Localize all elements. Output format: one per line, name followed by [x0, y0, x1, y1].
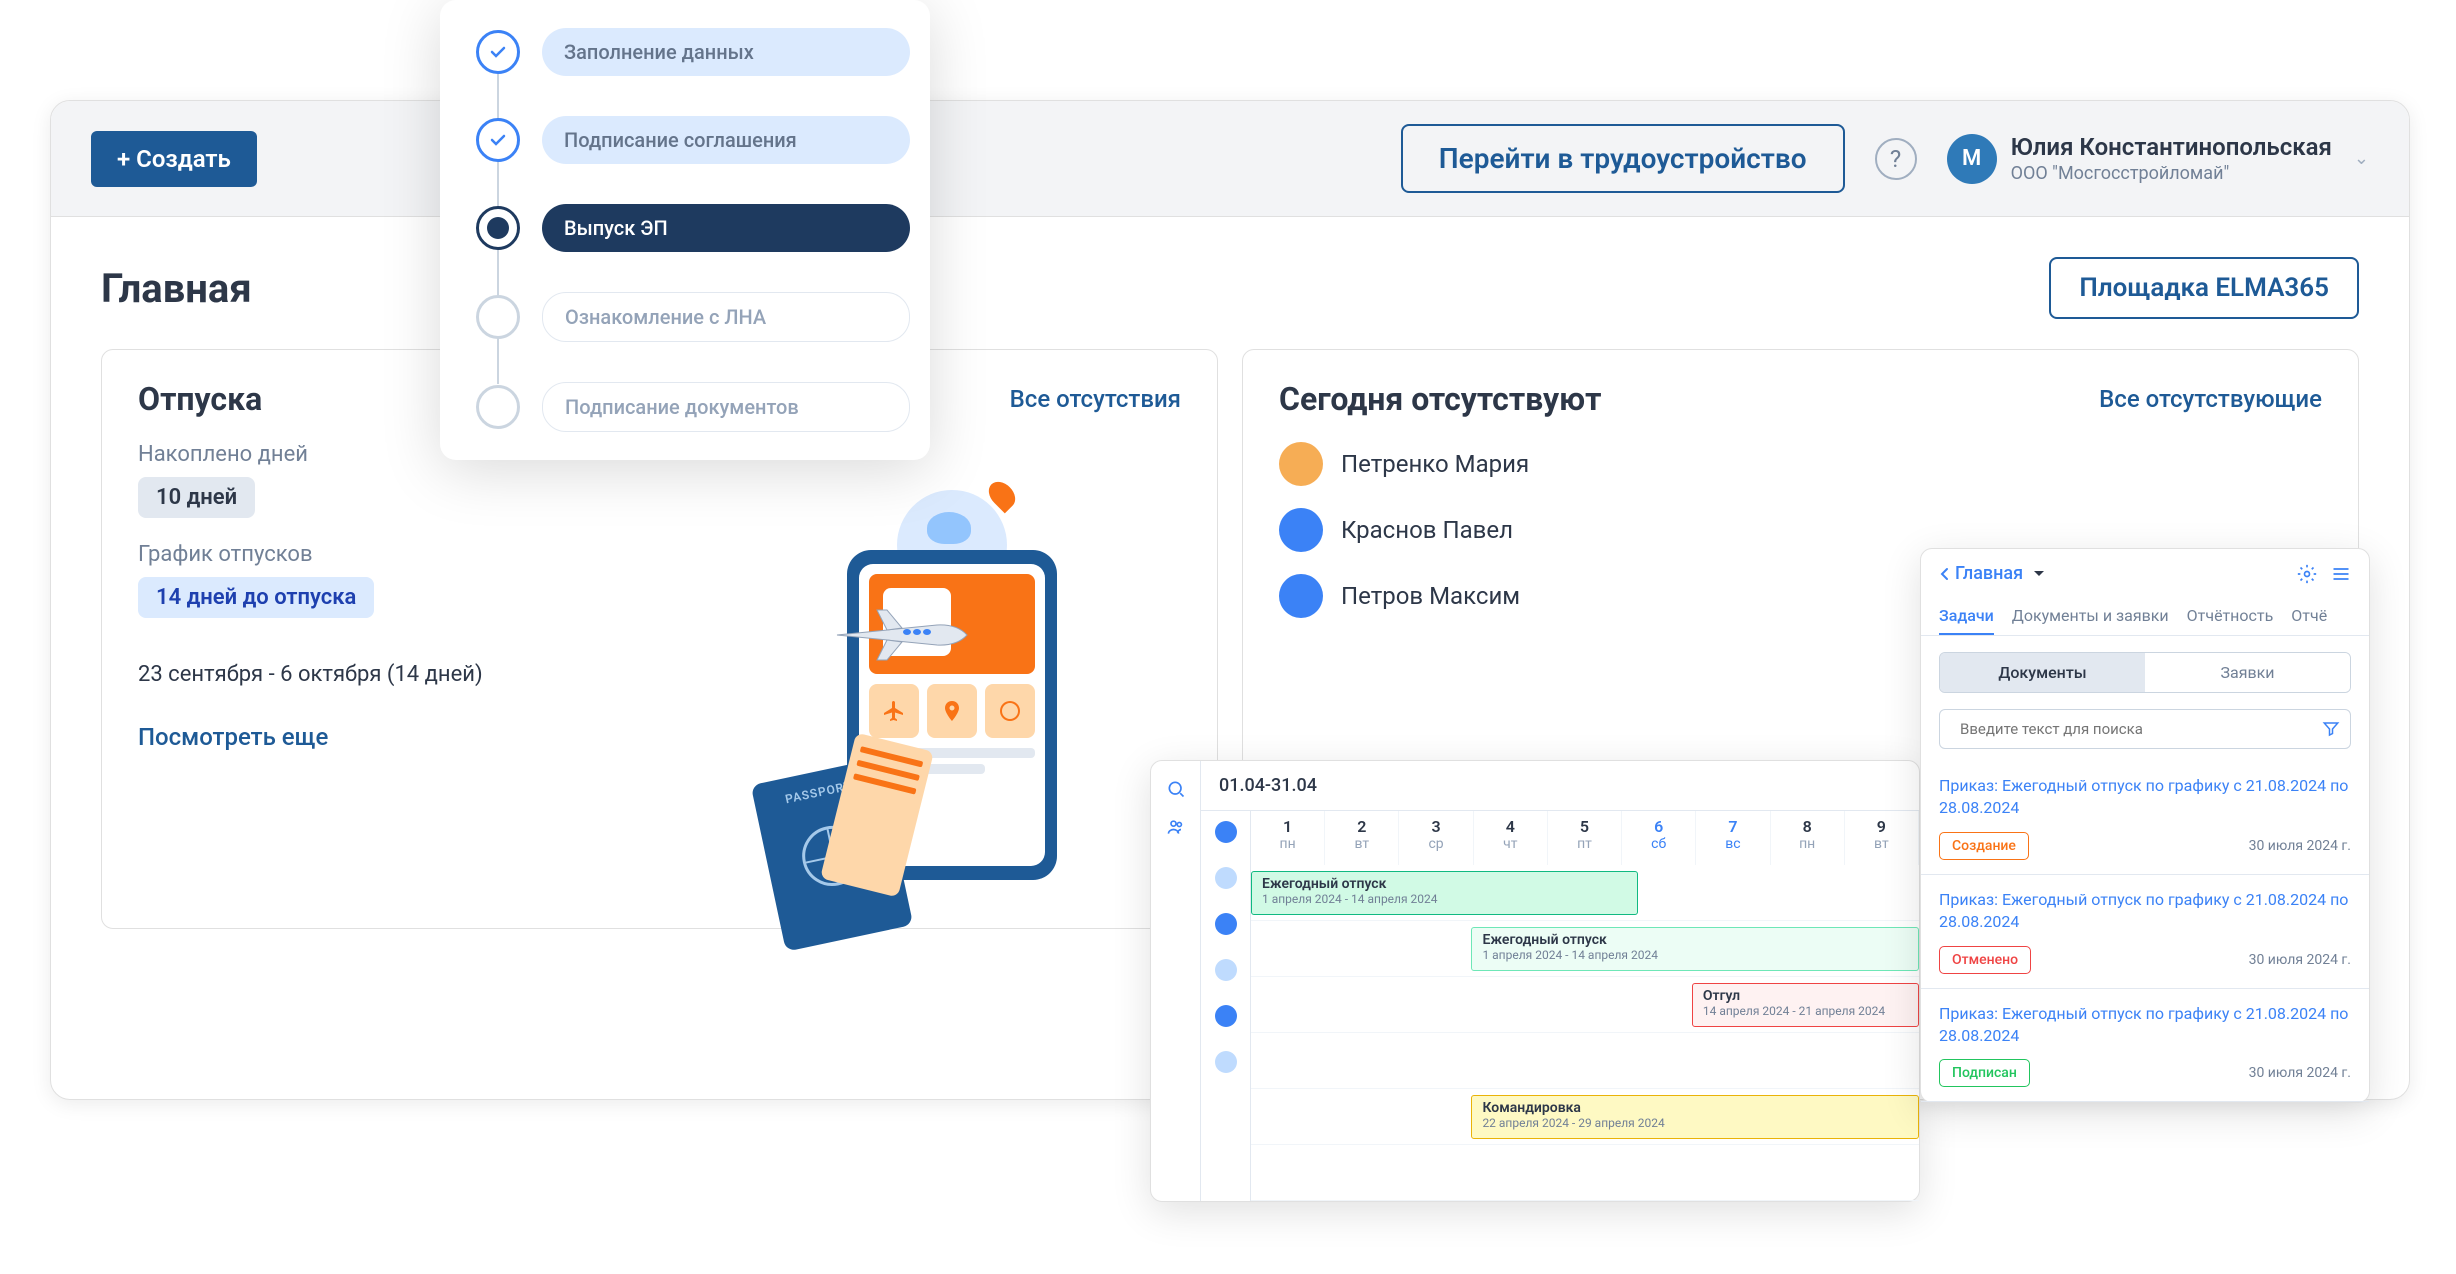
person-avatar	[1279, 508, 1323, 552]
person-dot[interactable]	[1215, 913, 1237, 935]
subtab-requests[interactable]: Заявки	[2145, 653, 2350, 692]
calendar-day[interactable]: 8пн	[1771, 811, 1845, 865]
person-dot[interactable]	[1215, 821, 1237, 843]
back-button[interactable]: Главная	[1939, 563, 2045, 584]
pending-step-icon	[476, 385, 520, 429]
progress-popup: Заполнение данных Подписание соглашения …	[440, 0, 930, 460]
absent-person[interactable]: Петренко Мария	[1279, 442, 2322, 486]
calendar-event[interactable]: Ежегодный отпуск1 апреля 2024 - 14 апрел…	[1471, 927, 1919, 971]
all-absent-link[interactable]: Все отсутствующие	[2099, 385, 2322, 413]
create-button[interactable]: + Создать	[91, 131, 257, 187]
check-icon	[476, 118, 520, 162]
doc-item[interactable]: Приказ: Ежегодный отпуск по графику с 21…	[1921, 761, 2369, 875]
countdown-value: 14 дней до отпуска	[138, 577, 374, 618]
doc-date: 30 июля 2024 г.	[2249, 838, 2351, 854]
calendar-day[interactable]: 1пн	[1251, 811, 1325, 865]
calendar-people-dots	[1201, 811, 1251, 1201]
airplane-icon	[827, 600, 977, 670]
person-dot[interactable]	[1215, 867, 1237, 889]
person-dot[interactable]	[1215, 1005, 1237, 1027]
calendar-day[interactable]: 5пт	[1548, 811, 1622, 865]
calendar-popup: 01.04-31.04 1пн 2вт 3ср 4чт 5пт 6сб 7вс	[1150, 760, 1920, 1202]
step-label: Заполнение данных	[542, 28, 910, 76]
calendar-day[interactable]: 7вс	[1696, 811, 1770, 865]
doc-date: 30 июля 2024 г.	[2249, 952, 2351, 968]
platform-button[interactable]: Площадка ELMA365	[2049, 257, 2359, 319]
current-step-icon	[476, 206, 520, 250]
person-avatar	[1279, 574, 1323, 618]
progress-step[interactable]: Выпуск ЭП	[476, 204, 910, 252]
docs-tabs: Задачи Документы и заявки Отчётность Отч…	[1921, 598, 2369, 636]
help-icon[interactable]: ?	[1875, 138, 1917, 180]
person-dot[interactable]	[1215, 959, 1237, 981]
calendar-day[interactable]: 3ср	[1399, 811, 1473, 865]
title-row: Главная Площадка ELMA365	[51, 217, 2409, 349]
calendar-event[interactable]: Отгул14 апреля 2024 - 21 апреля 2024	[1692, 983, 1919, 1027]
step-label: Подписание соглашения	[542, 116, 910, 164]
doc-title[interactable]: Приказ: Ежегодный отпуск по графику с 21…	[1939, 1003, 2351, 1048]
doc-status: Отменено	[1939, 946, 2031, 974]
doc-item[interactable]: Приказ: Ежегодный отпуск по графику с 21…	[1921, 875, 2369, 989]
employment-button[interactable]: Перейти в трудоустройство	[1401, 124, 1845, 193]
calendar-day[interactable]: 2вт	[1325, 811, 1399, 865]
progress-step[interactable]: Заполнение данных	[476, 28, 910, 76]
docs-tab-reports[interactable]: Отчётность	[2187, 598, 2274, 635]
travel-illustration	[807, 490, 1207, 890]
doc-title[interactable]: Приказ: Ежегодный отпуск по графику с 21…	[1939, 889, 2351, 934]
gear-icon[interactable]	[2297, 564, 2317, 584]
calendar-days-header: 1пн 2вт 3ср 4чт 5пт 6сб 7вс 8пн 9вт	[1251, 811, 1919, 865]
chevron-down-icon: ⌄	[2354, 148, 2369, 169]
step-label: Ознакомление с ЛНА	[542, 292, 910, 342]
step-label: Подписание документов	[542, 382, 910, 432]
calendar-day[interactable]: 4чт	[1474, 811, 1548, 865]
avatar: М	[1947, 134, 1997, 184]
progress-step[interactable]: Подписание соглашения	[476, 116, 910, 164]
step-label: Выпуск ЭП	[542, 204, 910, 252]
user-org: ООО "Мосгосстройломай"	[2011, 163, 2332, 184]
docs-subtabs: Документы Заявки	[1939, 652, 2351, 693]
calendar-event[interactable]: Командировка22 апреля 2024 - 29 апреля 2…	[1471, 1095, 1919, 1139]
user-name: Юлия Константинопольская	[2011, 133, 2332, 161]
progress-step[interactable]: Подписание документов	[476, 382, 910, 432]
menu-icon[interactable]	[2331, 564, 2351, 584]
pending-step-icon	[476, 295, 520, 339]
accumulated-value: 10 дней	[138, 477, 255, 518]
calendar-period: 01.04-31.04	[1201, 761, 1919, 811]
docs-tab-tasks[interactable]: Задачи	[1939, 598, 1994, 635]
calendar-event[interactable]: Ежегодный отпуск1 апреля 2024 - 14 апрел…	[1251, 871, 1638, 915]
person-avatar	[1279, 442, 1323, 486]
main-header: + Создать Перейти в трудоустройство ? М …	[51, 101, 2409, 217]
docs-popup: Главная Задачи Документы и заявки Отчётн…	[1920, 548, 2370, 1103]
doc-item[interactable]: Приказ: Ежегодный отпуск по графику с 21…	[1921, 989, 2369, 1103]
docs-tab-documents[interactable]: Документы и заявки	[2012, 598, 2169, 635]
calendar-day[interactable]: 9вт	[1845, 811, 1919, 865]
progress-step[interactable]: Ознакомление с ЛНА	[476, 292, 910, 342]
person-dot[interactable]	[1215, 1051, 1237, 1073]
doc-date: 30 июля 2024 г.	[2249, 1065, 2351, 1081]
search-input[interactable]	[1950, 710, 2322, 748]
docs-tab-overflow[interactable]: Отчё	[2291, 598, 2327, 635]
vacations-title: Отпуска	[138, 380, 262, 418]
all-absences-link[interactable]: Все отсутствия	[1010, 385, 1181, 413]
page-title: Главная	[101, 265, 252, 312]
search-icon[interactable]	[1166, 779, 1186, 799]
subtab-documents[interactable]: Документы	[1940, 653, 2145, 692]
doc-status: Создание	[1939, 832, 2029, 860]
calendar-day[interactable]: 6сб	[1622, 811, 1696, 865]
doc-status: Подписан	[1939, 1059, 2030, 1087]
user-menu[interactable]: М Юлия Константинопольская ООО "Мосгосст…	[1947, 133, 2369, 184]
filter-icon[interactable]	[2322, 720, 2340, 738]
doc-title[interactable]: Приказ: Ежегодный отпуск по графику с 21…	[1939, 775, 2351, 820]
absent-title: Сегодня отсутствуют	[1279, 380, 1601, 418]
check-icon	[476, 30, 520, 74]
people-icon[interactable]	[1166, 817, 1186, 837]
absent-person[interactable]: Краснов Павел	[1279, 508, 2322, 552]
calendar-sidebar	[1151, 761, 1201, 1201]
docs-search	[1939, 709, 2351, 749]
